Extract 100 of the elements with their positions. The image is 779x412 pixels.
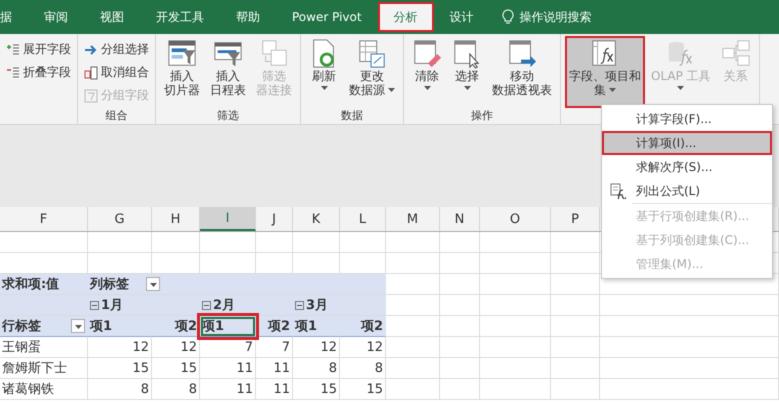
row-label-cell: 王钢蛋: [0, 337, 88, 358]
item-heading-cell[interactable]: 项1: [200, 316, 256, 337]
item-heading-cell[interactable]: 项2: [256, 316, 293, 337]
tell-me-search[interactable]: 操作说明搜索: [520, 8, 592, 26]
grid-cell: [152, 232, 200, 253]
grid-cell: [256, 232, 293, 253]
collapse-icon[interactable]: [90, 300, 99, 310]
arrow-icon: [84, 42, 98, 56]
grid-cell: [480, 337, 551, 358]
column-header[interactable]: O: [480, 207, 551, 231]
ribbon-tab[interactable]: 分析: [378, 2, 434, 32]
ribbon-tab[interactable]: 审阅: [28, 2, 84, 32]
cursor-table-icon: [452, 39, 482, 69]
ribbon-button[interactable]: 清除: [408, 36, 446, 108]
grid-cell: [386, 358, 440, 379]
column-header[interactable]: N: [440, 207, 480, 231]
grid-cell: [480, 295, 551, 316]
grid-cell: [440, 358, 480, 379]
ribbon-button[interactable]: 插入 日程表: [206, 36, 250, 108]
grid-cell: [440, 253, 480, 274]
collapse-icon[interactable]: [295, 300, 304, 310]
caret-icon: [609, 88, 616, 92]
formula-list-icon: [610, 183, 626, 199]
value-cell: 7: [200, 337, 256, 358]
value-cell: 11: [256, 379, 293, 400]
caret-icon: [320, 86, 328, 91]
grid-cell: [88, 232, 152, 253]
column-header[interactable]: I: [200, 207, 256, 231]
value-cell: 12: [293, 337, 340, 358]
row-label-cell: 诸葛钢铁: [0, 379, 88, 400]
row-label-cell: 詹姆斯下士: [0, 358, 88, 379]
grid-cell: [480, 316, 551, 337]
grid-cell: [293, 232, 340, 253]
ribbon-button[interactable]: 展开字段: [4, 40, 73, 59]
ribbon-tab[interactable]: Power Pivot: [276, 2, 378, 32]
ribbon-button[interactable]: 字段、项目和 集: [565, 36, 645, 108]
grid-cell: [480, 232, 551, 253]
grid-cell: [200, 232, 256, 253]
group-label: 数据: [340, 108, 364, 124]
grid-cell: [440, 316, 480, 337]
column-header[interactable]: F: [0, 207, 88, 231]
value-cell: 12: [340, 337, 386, 358]
caret-icon: [74, 325, 82, 330]
value-cell: 11: [200, 379, 256, 400]
filter-dropdown-button[interactable]: [146, 277, 160, 291]
ribbon-button[interactable]: 更改 数据源: [345, 36, 399, 108]
grid-cell: [386, 232, 440, 253]
ribbon-button[interactable]: 折叠字段: [4, 63, 73, 82]
item-heading-cell[interactable]: 项1: [88, 316, 152, 337]
item-heading-cell[interactable]: 项2: [152, 316, 200, 337]
ribbon-button[interactable]: 选择: [448, 36, 486, 108]
filter-dropdown-button[interactable]: [71, 319, 85, 333]
table-swap-icon: [357, 39, 387, 69]
item-heading-cell[interactable]: 项2: [340, 316, 386, 337]
menu-item[interactable]: 计算字段(F)...: [602, 107, 772, 131]
grid-cell: [551, 316, 600, 337]
column-header[interactable]: L: [340, 207, 386, 231]
ribbon-button[interactable]: 分组选择: [82, 40, 151, 59]
grid-cell: [386, 295, 440, 316]
column-header[interactable]: P: [551, 207, 600, 231]
grid-cell: [440, 379, 480, 400]
collapse-icon[interactable]: [202, 300, 211, 310]
ribbon-button[interactable]: 取消组合: [82, 63, 151, 82]
value-cell: 11: [256, 358, 293, 379]
month-heading: 3月: [306, 297, 328, 314]
menu-item[interactable]: 列出公式(L): [602, 179, 772, 203]
grid-cell: [386, 253, 440, 274]
column-header[interactable]: J: [256, 207, 293, 231]
value-cell: 15: [152, 358, 200, 379]
column-header[interactable]: G: [88, 207, 152, 231]
ribbon-button[interactable]: 移动 数据透视表: [488, 36, 556, 108]
value-cell: 12: [152, 337, 200, 358]
lightbulb-icon: [502, 9, 514, 25]
group-label: 组合: [104, 108, 128, 124]
caret-icon: [388, 88, 395, 92]
eraser-table-icon: [412, 39, 442, 69]
value-cell: 8: [152, 379, 200, 400]
value-cell: 11: [200, 358, 256, 379]
ribbon-button[interactable]: 刷新: [305, 36, 343, 108]
grid-cell: [440, 295, 480, 316]
menu-item[interactable]: 计算项(I)...: [602, 131, 772, 155]
ribbon-tab[interactable]: 视图: [84, 2, 140, 32]
grid-cell: [440, 232, 480, 253]
grid-cell: [340, 232, 386, 253]
grid-cell: [386, 316, 440, 337]
ribbon-tab[interactable]: 设计: [434, 2, 490, 32]
item-heading-cell[interactable]: 项1: [293, 316, 340, 337]
ribbon-tab[interactable]: 据: [0, 2, 28, 32]
ribbon-tab[interactable]: 开发工具: [140, 2, 220, 32]
value-cell: 8: [293, 358, 340, 379]
ribbon-tab[interactable]: 帮助: [220, 2, 276, 32]
group-field-icon: [84, 88, 98, 102]
column-header[interactable]: M: [386, 207, 440, 231]
column-header[interactable]: K: [293, 207, 340, 231]
menu-item[interactable]: 求解次序(S)...: [602, 155, 772, 179]
grid-cell: [386, 379, 440, 400]
ribbon-button[interactable]: 插入 切片器: [160, 36, 204, 108]
row-labels-heading: 行标签: [2, 318, 41, 335]
value-cell: 15: [293, 379, 340, 400]
value-cell: 8: [88, 379, 152, 400]
